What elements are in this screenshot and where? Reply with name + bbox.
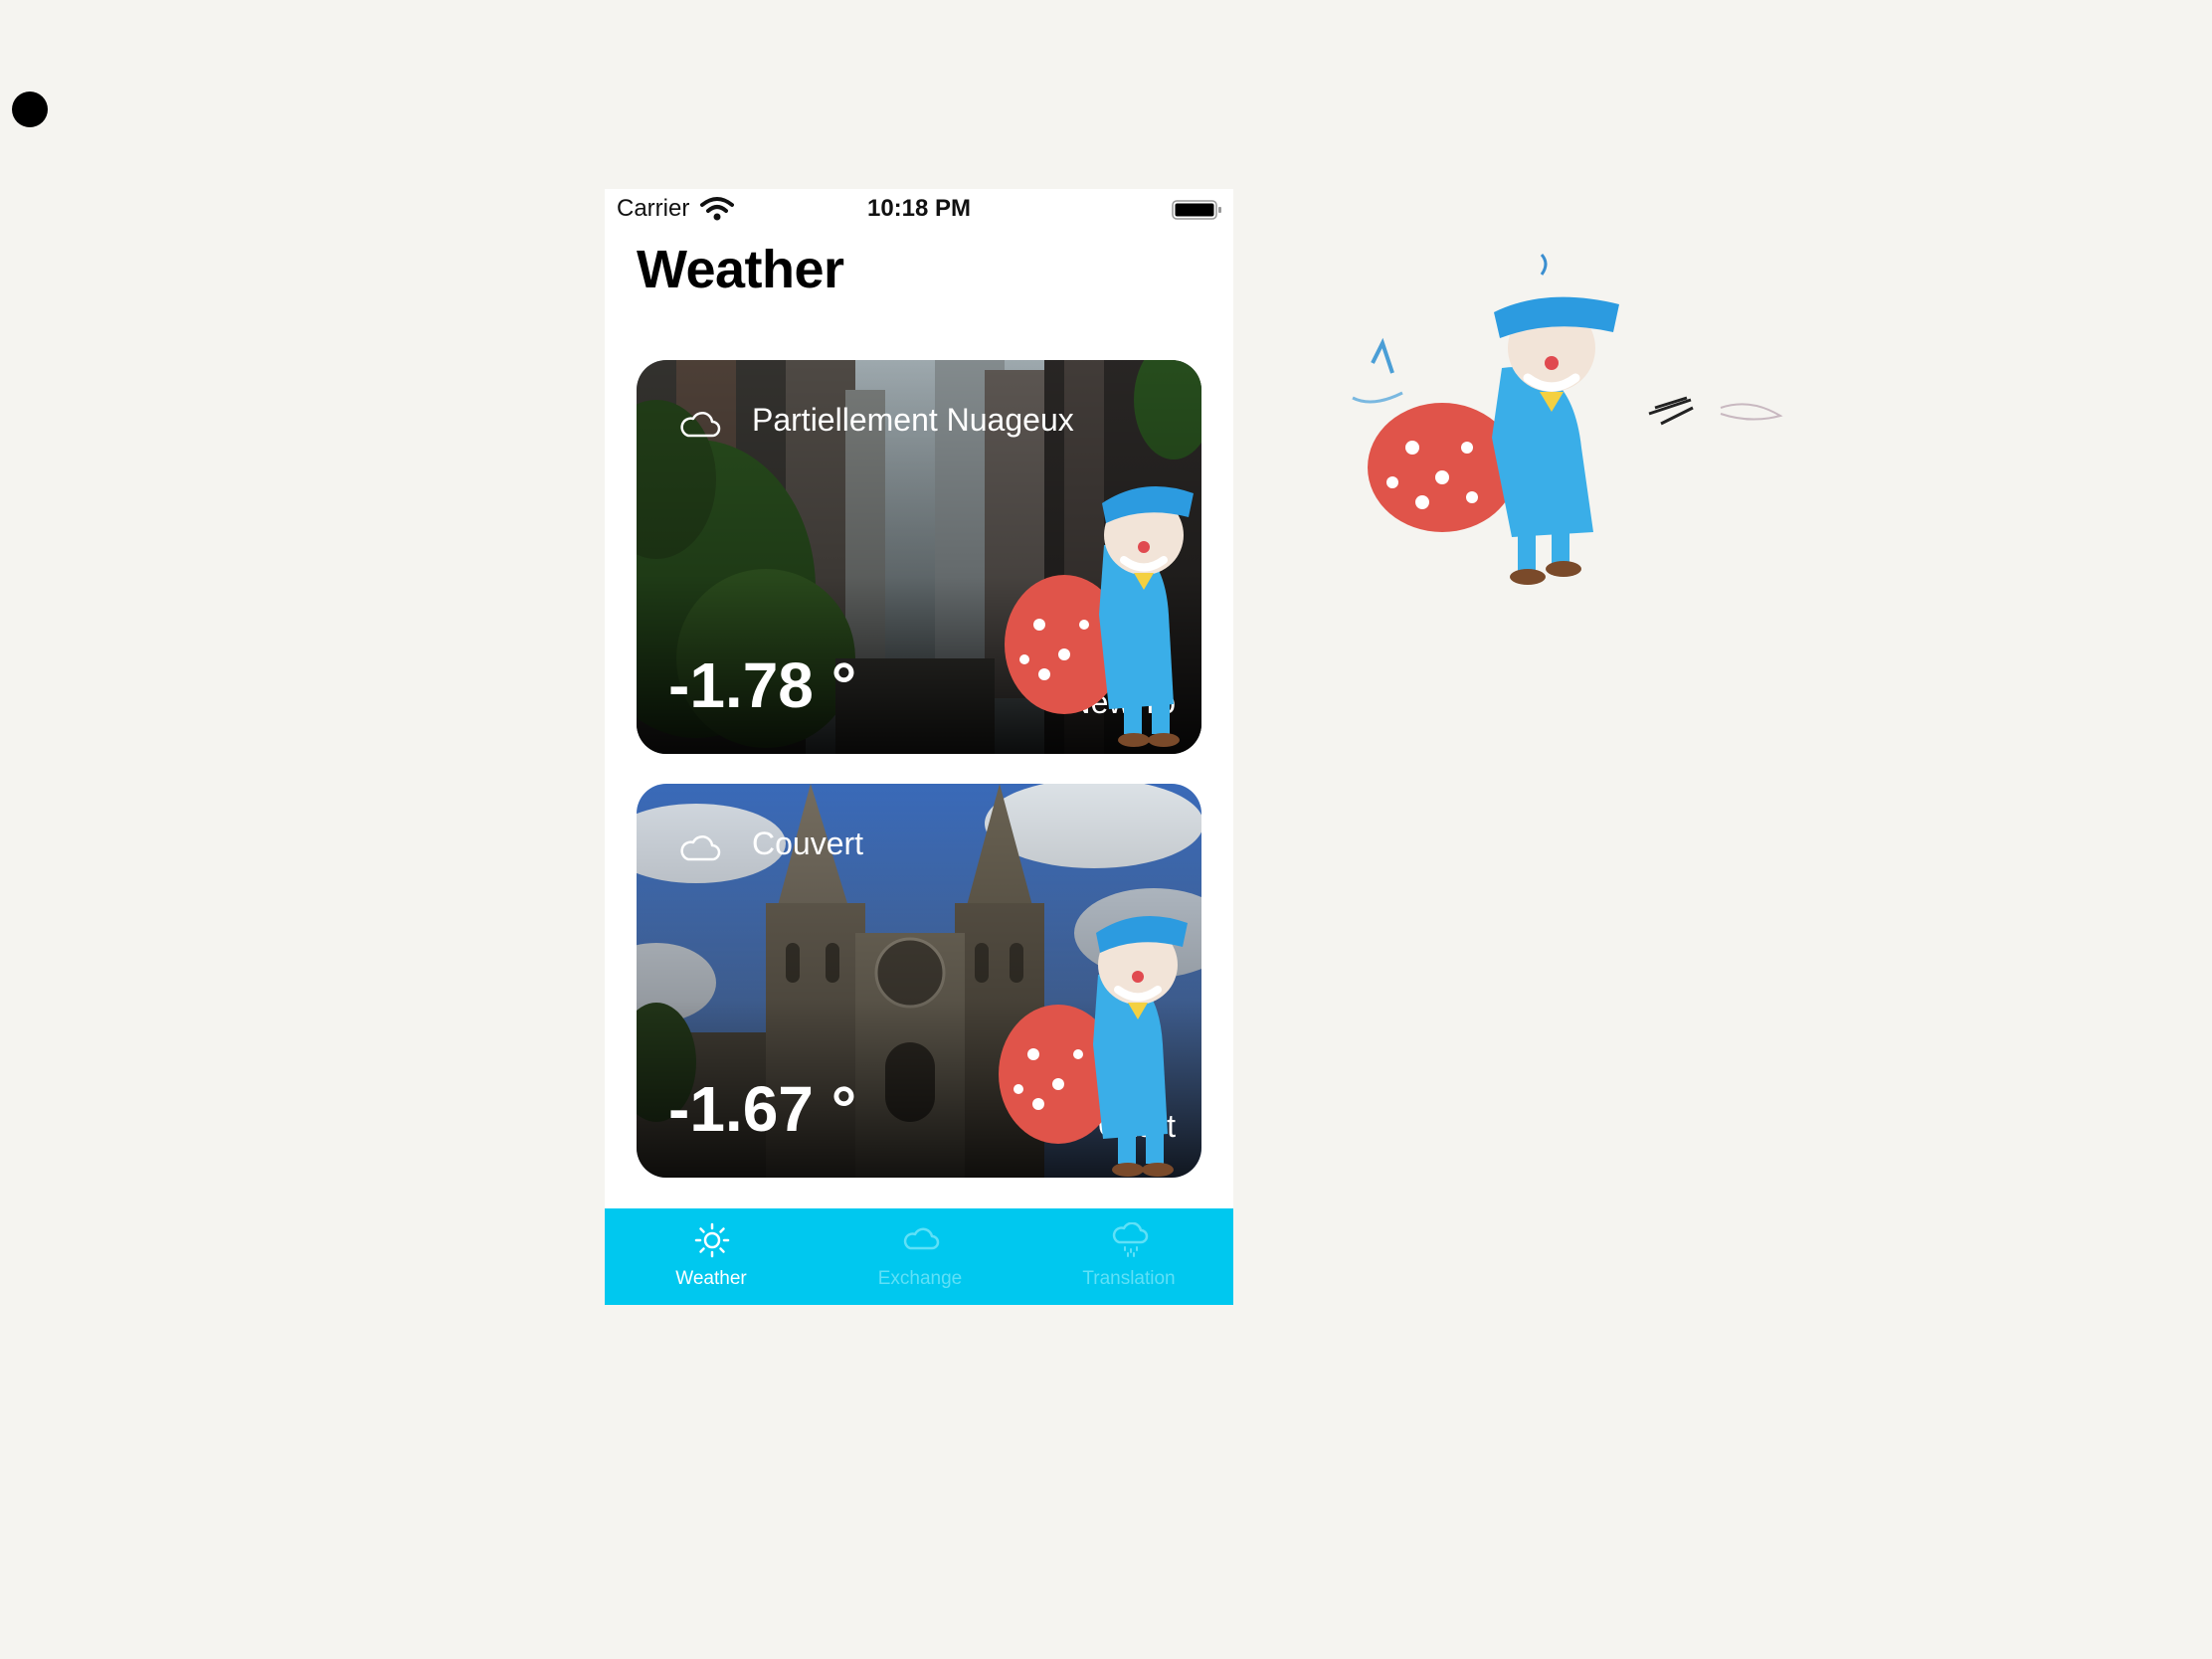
tab-label: Translation: [1082, 1268, 1176, 1289]
tab-exchange[interactable]: Exchange: [816, 1208, 1024, 1305]
mascot-sticker: [1005, 485, 1194, 747]
mascot-illustration: [1352, 254, 1783, 585]
recording-dot: [12, 92, 48, 127]
temperature-value: -1.67 °: [668, 1073, 857, 1145]
tab-label: Exchange: [877, 1268, 963, 1289]
phone-screen: Carrier 10:18 PM Weather Partiellement N…: [605, 189, 1233, 1305]
tab-weather[interactable]: Weather: [607, 1208, 816, 1305]
temperature-value: -1.78 °: [668, 649, 857, 721]
battery-icon: [1172, 200, 1221, 220]
cloud-icon: [680, 835, 721, 861]
cloud-icon: [680, 412, 721, 438]
tab-label: Weather: [675, 1268, 747, 1289]
status-bar: Carrier 10:18 PM: [605, 189, 1233, 231]
mascot-sticker: [999, 915, 1188, 1177]
sun-icon: [694, 1222, 730, 1258]
tab-translation[interactable]: Translation: [1024, 1208, 1233, 1305]
page-title: Weather: [637, 240, 844, 299]
weather-condition: Partiellement Nuageux: [752, 402, 1074, 438]
cloud-icon: [903, 1227, 940, 1250]
status-time: 10:18 PM: [866, 195, 972, 222]
weather-condition: Couvert: [752, 826, 864, 861]
cloud-rain-icon: [1112, 1222, 1149, 1257]
tab-bar: Weather Exchange Translation: [605, 1208, 1233, 1305]
